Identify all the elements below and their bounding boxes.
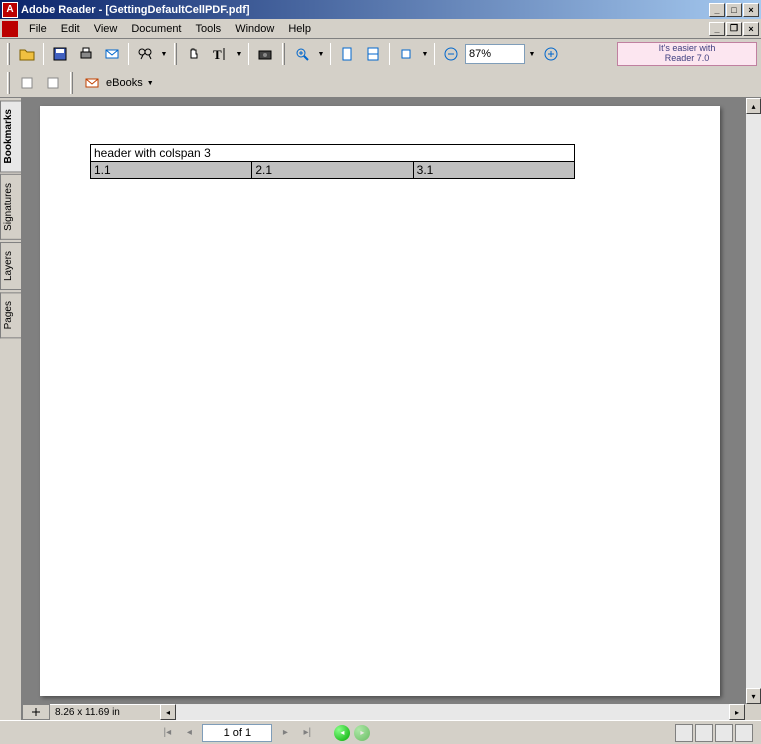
scroll-right-button[interactable]: ▸: [729, 704, 745, 720]
document-scroll: header with colspan 3 1.1 2.1 3.1 ▴ ▾: [22, 98, 761, 704]
zoom-in-button[interactable]: [290, 42, 314, 66]
vertical-scrollbar[interactable]: ▴ ▾: [745, 98, 761, 704]
main-area: Bookmarks Signatures Layers Pages header…: [0, 98, 761, 720]
hscroll-track[interactable]: [176, 704, 729, 720]
title-bar: A Adobe Reader - [GettingDefaultCellPDF.…: [0, 0, 761, 19]
window-buttons: _ □ ×: [709, 3, 759, 17]
single-page-view-button[interactable]: [675, 724, 693, 742]
continuous-view-button[interactable]: [695, 724, 713, 742]
fit-page-button[interactable]: [335, 42, 359, 66]
app-icon: A: [2, 2, 18, 18]
page-viewport[interactable]: header with colspan 3 1.1 2.1 3.1: [22, 98, 745, 704]
page-size-icon[interactable]: [22, 704, 50, 720]
horizontal-strip: 8.26 x 11.69 in ◂ ▸: [22, 704, 761, 720]
toolbar-grip[interactable]: [174, 43, 177, 65]
ebooks-label: eBooks: [106, 77, 143, 89]
last-page-button[interactable]: ▸|: [298, 724, 316, 742]
zoom-dropdown[interactable]: ▼: [316, 51, 326, 58]
table-cell: 1.1: [91, 162, 252, 179]
forward-button[interactable]: ▸: [354, 725, 370, 741]
zoom-out-button[interactable]: [439, 42, 463, 66]
window-title: Adobe Reader - [GettingDefaultCellPDF.pd…: [21, 4, 709, 16]
scroll-up-button[interactable]: ▴: [746, 98, 761, 114]
toolbar-row-2: eBooks ▼: [0, 69, 761, 97]
snapshot-button[interactable]: [253, 42, 277, 66]
open-button[interactable]: [15, 42, 39, 66]
read-aloud-button[interactable]: [41, 71, 65, 95]
toolbar-grip[interactable]: [70, 72, 73, 94]
menu-edit[interactable]: Edit: [54, 21, 87, 37]
close-button[interactable]: ×: [743, 3, 759, 17]
accessibility-button[interactable]: [15, 71, 39, 95]
toolbar-grip[interactable]: [7, 72, 10, 94]
continuous-facing-view-button[interactable]: [735, 724, 753, 742]
scroll-track[interactable]: [746, 114, 761, 688]
rotate-dropdown[interactable]: ▼: [420, 51, 430, 58]
print-button[interactable]: [74, 42, 98, 66]
doc-icon[interactable]: [2, 21, 18, 37]
page-number-input[interactable]: [202, 724, 272, 742]
toolbar-grip[interactable]: [7, 43, 10, 65]
sidebar-tab-pages[interactable]: Pages: [0, 292, 21, 338]
menu-document[interactable]: Document: [124, 21, 188, 37]
first-page-button[interactable]: |◂: [158, 724, 176, 742]
hand-tool-button[interactable]: [182, 42, 206, 66]
fit-width-button[interactable]: [361, 42, 385, 66]
zoom-input[interactable]: [465, 44, 525, 64]
view-mode-buttons: [675, 724, 753, 742]
search-button[interactable]: [133, 42, 157, 66]
scroll-down-button[interactable]: ▾: [746, 688, 761, 704]
back-button[interactable]: ◂: [334, 725, 350, 741]
zoom-in-plus-button[interactable]: [539, 42, 563, 66]
table-cell: 3.1: [413, 162, 574, 179]
document-area: header with colspan 3 1.1 2.1 3.1 ▴ ▾ 8.…: [22, 98, 761, 720]
pdf-table: header with colspan 3 1.1 2.1 3.1: [90, 144, 575, 179]
menu-view[interactable]: View: [87, 21, 125, 37]
email-button[interactable]: [100, 42, 124, 66]
menu-help[interactable]: Help: [281, 21, 318, 37]
sidebar-tab-bookmarks[interactable]: Bookmarks: [0, 100, 21, 172]
maximize-button[interactable]: □: [726, 3, 742, 17]
scroll-corner: [745, 704, 761, 720]
select-dropdown[interactable]: ▼: [234, 51, 244, 58]
sidebar-tab-layers[interactable]: Layers: [0, 242, 21, 290]
menu-bar: File Edit View Document Tools Window Hel…: [0, 19, 761, 39]
page-dimensions: 8.26 x 11.69 in: [50, 704, 160, 720]
zoom-level-dropdown[interactable]: ▼: [527, 51, 537, 58]
menu-window[interactable]: Window: [228, 21, 281, 37]
table-header-cell: header with colspan 3: [91, 145, 575, 162]
table-cell: 2.1: [252, 162, 413, 179]
save-button[interactable]: [48, 42, 72, 66]
toolbar-row-1: ▼ T ▼ ▼ ▼ ▼ It's easier with Reader 7.0: [0, 39, 761, 69]
text-select-button[interactable]: T: [208, 42, 232, 66]
svg-text:T: T: [213, 47, 222, 62]
minimize-button[interactable]: _: [709, 3, 725, 17]
pdf-page: header with colspan 3 1.1 2.1 3.1: [40, 106, 720, 696]
ebooks-button[interactable]: eBooks ▼: [78, 71, 160, 95]
mdi-buttons: _ ❐ ×: [709, 22, 759, 36]
promo-banner[interactable]: It's easier with Reader 7.0: [617, 42, 757, 66]
ebooks-icon: [84, 75, 102, 91]
next-page-button[interactable]: ▸: [276, 724, 294, 742]
page-nav-group: |◂ ◂ ▸ ▸| ◂ ▸: [158, 724, 370, 742]
toolbar-area: ▼ T ▼ ▼ ▼ ▼ It's easier with Reader 7.0: [0, 39, 761, 98]
scroll-left-button[interactable]: ◂: [160, 704, 176, 720]
mdi-minimize-button[interactable]: _: [709, 22, 725, 36]
sidebar-tab-signatures[interactable]: Signatures: [0, 174, 21, 240]
prev-page-button[interactable]: ◂: [180, 724, 198, 742]
menu-tools[interactable]: Tools: [189, 21, 229, 37]
facing-view-button[interactable]: [715, 724, 733, 742]
chevron-down-icon: ▼: [147, 80, 154, 87]
rotate-button[interactable]: [394, 42, 418, 66]
status-bar: |◂ ◂ ▸ ▸| ◂ ▸: [0, 720, 761, 744]
promo-line2: Reader 7.0: [659, 54, 716, 64]
sidebar: Bookmarks Signatures Layers Pages: [0, 98, 22, 720]
search-dropdown[interactable]: ▼: [159, 51, 169, 58]
toolbar-grip[interactable]: [282, 43, 285, 65]
mdi-restore-button[interactable]: ❐: [726, 22, 742, 36]
menu-file[interactable]: File: [22, 21, 54, 37]
mdi-close-button[interactable]: ×: [743, 22, 759, 36]
